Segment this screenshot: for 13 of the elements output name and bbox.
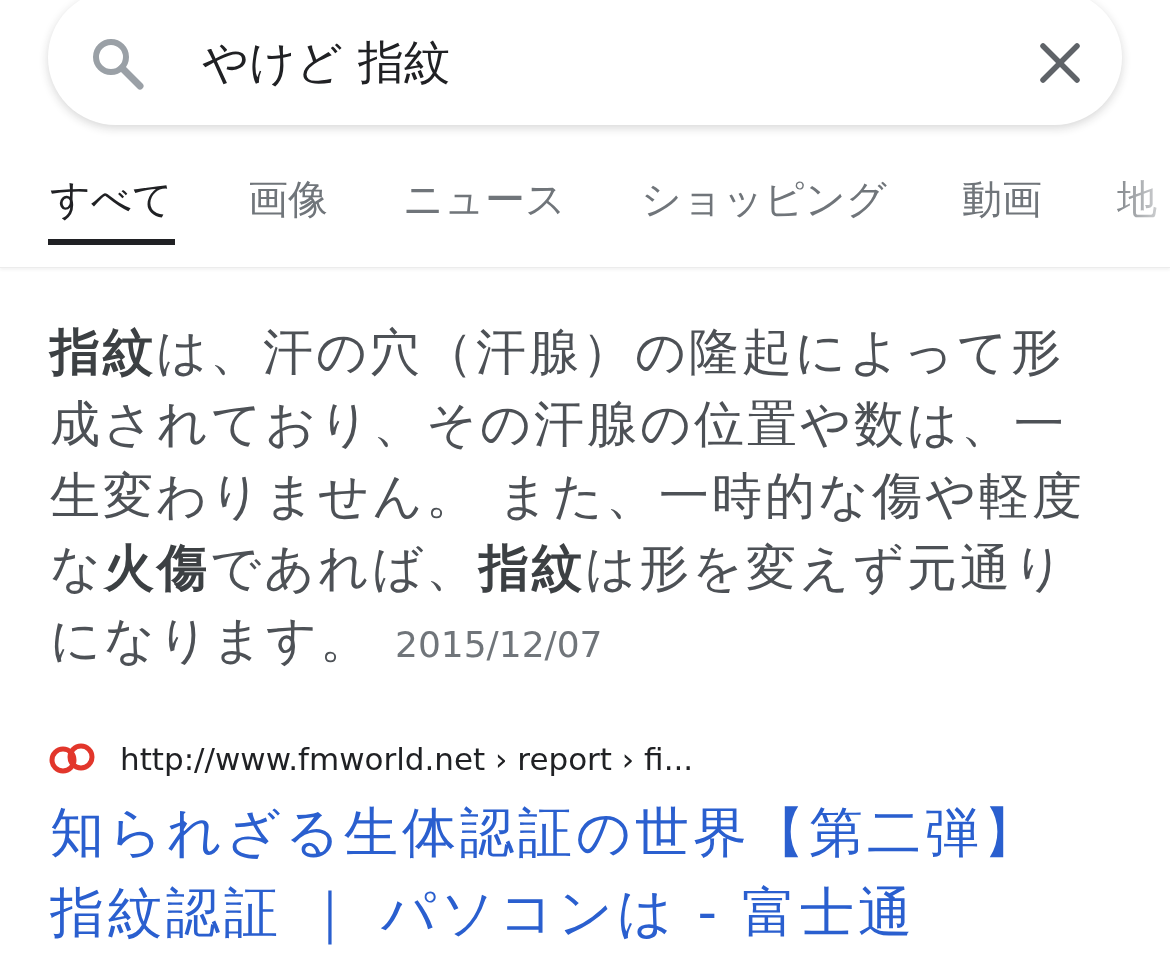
linked-rings-icon (48, 743, 96, 775)
tab[interactable]: 地 (1115, 175, 1159, 245)
tab[interactable]: ニュース (401, 175, 568, 245)
result-title-link[interactable]: 知られざる生体認証の世界【第二弾】指紋認証 ｜ パソコンは - 富士通 (50, 793, 1075, 953)
tab[interactable]: 画像 (246, 175, 330, 245)
tab[interactable]: ショッピング (639, 175, 889, 245)
close-icon (1040, 42, 1080, 83)
tab[interactable]: すべて (48, 175, 175, 245)
tab[interactable]: 動画 (960, 175, 1044, 245)
search-input[interactable]: やけど 指紋 (202, 31, 980, 94)
snippet-text: 指紋は、汗の穴（汗腺）の隆起によって形成されており、その汗腺の位置や数は、一生変わりません。 また、一時的な傷や軽度な火傷であれば、指紋は形を変えず元通りになります。 2015/12/07 (50, 322, 1086, 671)
result-url: http://www.fmworld.net › report › fi... (120, 740, 694, 779)
clear-button[interactable] (1038, 40, 1082, 85)
